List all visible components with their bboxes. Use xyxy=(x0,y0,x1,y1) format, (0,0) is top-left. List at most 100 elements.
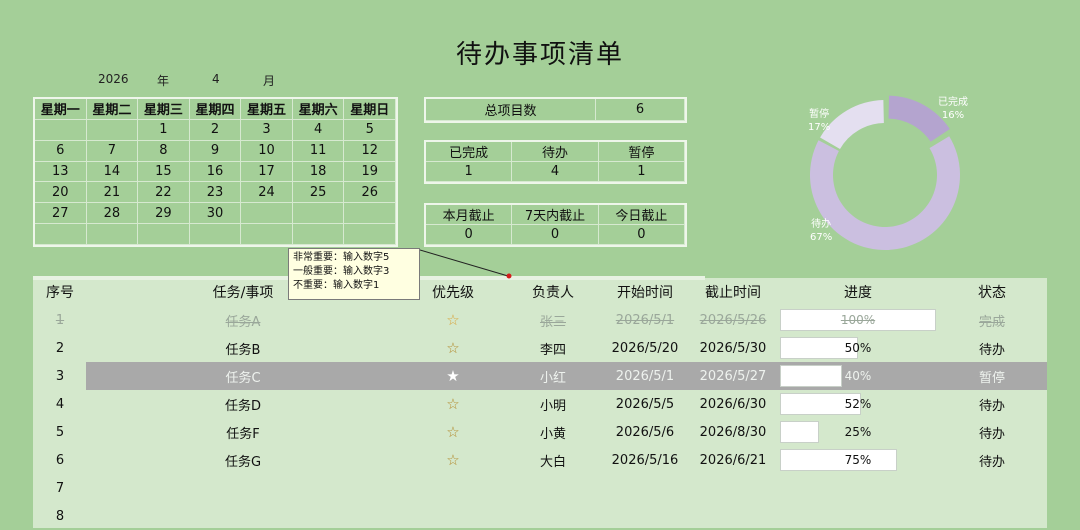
table-row[interactable]: 8 xyxy=(33,502,1047,530)
calendar-day-cell[interactable]: 9 xyxy=(189,140,242,162)
status-value-paused[interactable]: 1 xyxy=(598,162,685,182)
calendar-day-cell[interactable]: 27 xyxy=(35,203,87,225)
calendar-day-cell[interactable]: 6 xyxy=(35,140,87,162)
cell-start[interactable]: 2026/5/1 xyxy=(600,362,690,390)
calendar-day-cell[interactable]: 21 xyxy=(86,182,139,204)
calendar-day-cell[interactable] xyxy=(241,203,293,225)
cell-status[interactable] xyxy=(937,502,1047,530)
priority-star-icon[interactable] xyxy=(428,502,478,530)
cell-owner[interactable]: 李四 xyxy=(503,334,603,362)
calendar-day-cell[interactable] xyxy=(292,224,345,245)
cell-end[interactable]: 2026/5/26 xyxy=(688,306,778,334)
calendar-day-cell[interactable] xyxy=(35,224,87,245)
cell-seq[interactable]: 7 xyxy=(41,474,79,502)
table-row[interactable]: 4 任务D ☆ 小明 2026/5/5 2026/6/30 待办 52% xyxy=(33,390,1047,418)
cell-end[interactable] xyxy=(688,474,778,502)
calendar-day-cell[interactable] xyxy=(35,119,87,141)
cell-task[interactable]: 任务B xyxy=(153,334,333,362)
cell-end[interactable]: 2026/5/30 xyxy=(688,334,778,362)
calendar-day-cell[interactable]: 24 xyxy=(241,182,293,204)
calendar-day-cell[interactable]: 28 xyxy=(86,203,139,225)
cell-status[interactable]: 待办 xyxy=(937,334,1047,362)
cell-task[interactable]: 任务F xyxy=(153,418,333,446)
calendar-day-cell[interactable]: 16 xyxy=(189,161,242,183)
calendar-day-cell[interactable]: 12 xyxy=(344,140,396,162)
cell-start[interactable] xyxy=(600,502,690,530)
priority-star-icon[interactable]: ★ xyxy=(428,362,478,390)
cell-end[interactable] xyxy=(688,502,778,530)
calendar-day-cell[interactable]: 7 xyxy=(86,140,139,162)
donut-segment-1[interactable] xyxy=(810,136,960,250)
calendar-day-cell[interactable]: 22 xyxy=(138,182,190,204)
cell-end[interactable]: 2026/5/27 xyxy=(688,362,778,390)
cell-status[interactable]: 待办 xyxy=(937,390,1047,418)
calendar-day-cell[interactable]: 20 xyxy=(35,182,87,204)
calendar-day-cell[interactable]: 14 xyxy=(86,161,139,183)
cell-task[interactable] xyxy=(153,474,333,502)
calendar-day-cell[interactable] xyxy=(241,224,293,245)
cell-owner[interactable]: 张三 xyxy=(503,306,603,334)
calendar-day-cell[interactable] xyxy=(138,224,190,245)
cell-owner[interactable]: 小明 xyxy=(503,390,603,418)
calendar-day-cell[interactable] xyxy=(189,224,242,245)
cell-seq[interactable]: 6 xyxy=(41,446,79,474)
cell-owner[interactable]: 小红 xyxy=(503,362,603,390)
status-value-todo[interactable]: 4 xyxy=(512,162,599,182)
cell-status[interactable]: 完成 xyxy=(937,306,1047,334)
table-row[interactable]: 2 任务B ☆ 李四 2026/5/20 2026/5/30 待办 50% xyxy=(33,334,1047,362)
year-value[interactable]: 2026 xyxy=(98,72,129,86)
cell-start[interactable] xyxy=(600,474,690,502)
cell-start[interactable]: 2026/5/5 xyxy=(600,390,690,418)
priority-star-icon[interactable] xyxy=(428,474,478,502)
total-value[interactable]: 6 xyxy=(596,99,685,121)
cell-status[interactable]: 待办 xyxy=(937,446,1047,474)
calendar-day-cell[interactable]: 19 xyxy=(344,161,396,183)
cell-task[interactable]: 任务D xyxy=(153,390,333,418)
calendar-day-cell[interactable]: 26 xyxy=(344,182,396,204)
calendar-day-cell[interactable] xyxy=(86,119,139,141)
cell-task[interactable] xyxy=(153,502,333,530)
table-row[interactable]: 6 任务G ☆ 大白 2026/5/16 2026/6/21 待办 75% xyxy=(33,446,1047,474)
cell-owner[interactable] xyxy=(503,474,603,502)
status-donut-chart[interactable]: 已完成 16% 暂停 17% 待办 67% xyxy=(790,80,1010,270)
calendar-day-cell[interactable]: 25 xyxy=(292,182,345,204)
calendar-day-cell[interactable]: 10 xyxy=(241,140,293,162)
table-row[interactable]: 1 任务A ☆ 张三 2026/5/1 2026/5/26 完成 100% xyxy=(33,306,1047,334)
cell-seq[interactable]: 8 xyxy=(41,502,79,530)
cell-task[interactable]: 任务A xyxy=(153,306,333,334)
cell-end[interactable]: 2026/6/21 xyxy=(688,446,778,474)
cell-owner[interactable]: 大白 xyxy=(503,446,603,474)
cell-start[interactable]: 2026/5/1 xyxy=(600,306,690,334)
calendar-day-cell[interactable] xyxy=(344,224,396,245)
calendar-day-cell[interactable]: 4 xyxy=(292,119,345,141)
calendar-day-cell[interactable] xyxy=(292,203,345,225)
cell-seq[interactable]: 1 xyxy=(41,306,79,334)
cell-task[interactable]: 任务G xyxy=(153,446,333,474)
calendar-day-cell[interactable]: 13 xyxy=(35,161,87,183)
cell-seq[interactable]: 4 xyxy=(41,390,79,418)
cell-start[interactable]: 2026/5/20 xyxy=(600,334,690,362)
calendar-day-cell[interactable]: 5 xyxy=(344,119,396,141)
calendar-day-cell[interactable]: 8 xyxy=(138,140,190,162)
cell-owner[interactable] xyxy=(503,502,603,530)
calendar-day-cell[interactable]: 2 xyxy=(189,119,242,141)
cell-seq[interactable]: 5 xyxy=(41,418,79,446)
cell-status[interactable]: 待办 xyxy=(937,418,1047,446)
calendar-day-cell[interactable]: 1 xyxy=(138,119,190,141)
cell-task[interactable]: 任务C xyxy=(153,362,333,390)
priority-star-icon[interactable]: ☆ xyxy=(428,418,478,446)
cell-start[interactable]: 2026/5/6 xyxy=(600,418,690,446)
calendar-day-cell[interactable]: 18 xyxy=(292,161,345,183)
calendar-day-cell[interactable]: 11 xyxy=(292,140,345,162)
calendar-day-cell[interactable]: 29 xyxy=(138,203,190,225)
priority-star-icon[interactable]: ☆ xyxy=(428,390,478,418)
priority-star-icon[interactable]: ☆ xyxy=(428,446,478,474)
table-row[interactable]: 7 xyxy=(33,474,1047,502)
calendar-day-cell[interactable]: 30 xyxy=(189,203,242,225)
calendar-day-cell[interactable]: 3 xyxy=(241,119,293,141)
calendar-day-cell[interactable]: 23 xyxy=(189,182,242,204)
priority-star-icon[interactable]: ☆ xyxy=(428,306,478,334)
cell-start[interactable]: 2026/5/16 xyxy=(600,446,690,474)
calendar-day-cell[interactable]: 15 xyxy=(138,161,190,183)
cell-seq[interactable]: 2 xyxy=(41,334,79,362)
